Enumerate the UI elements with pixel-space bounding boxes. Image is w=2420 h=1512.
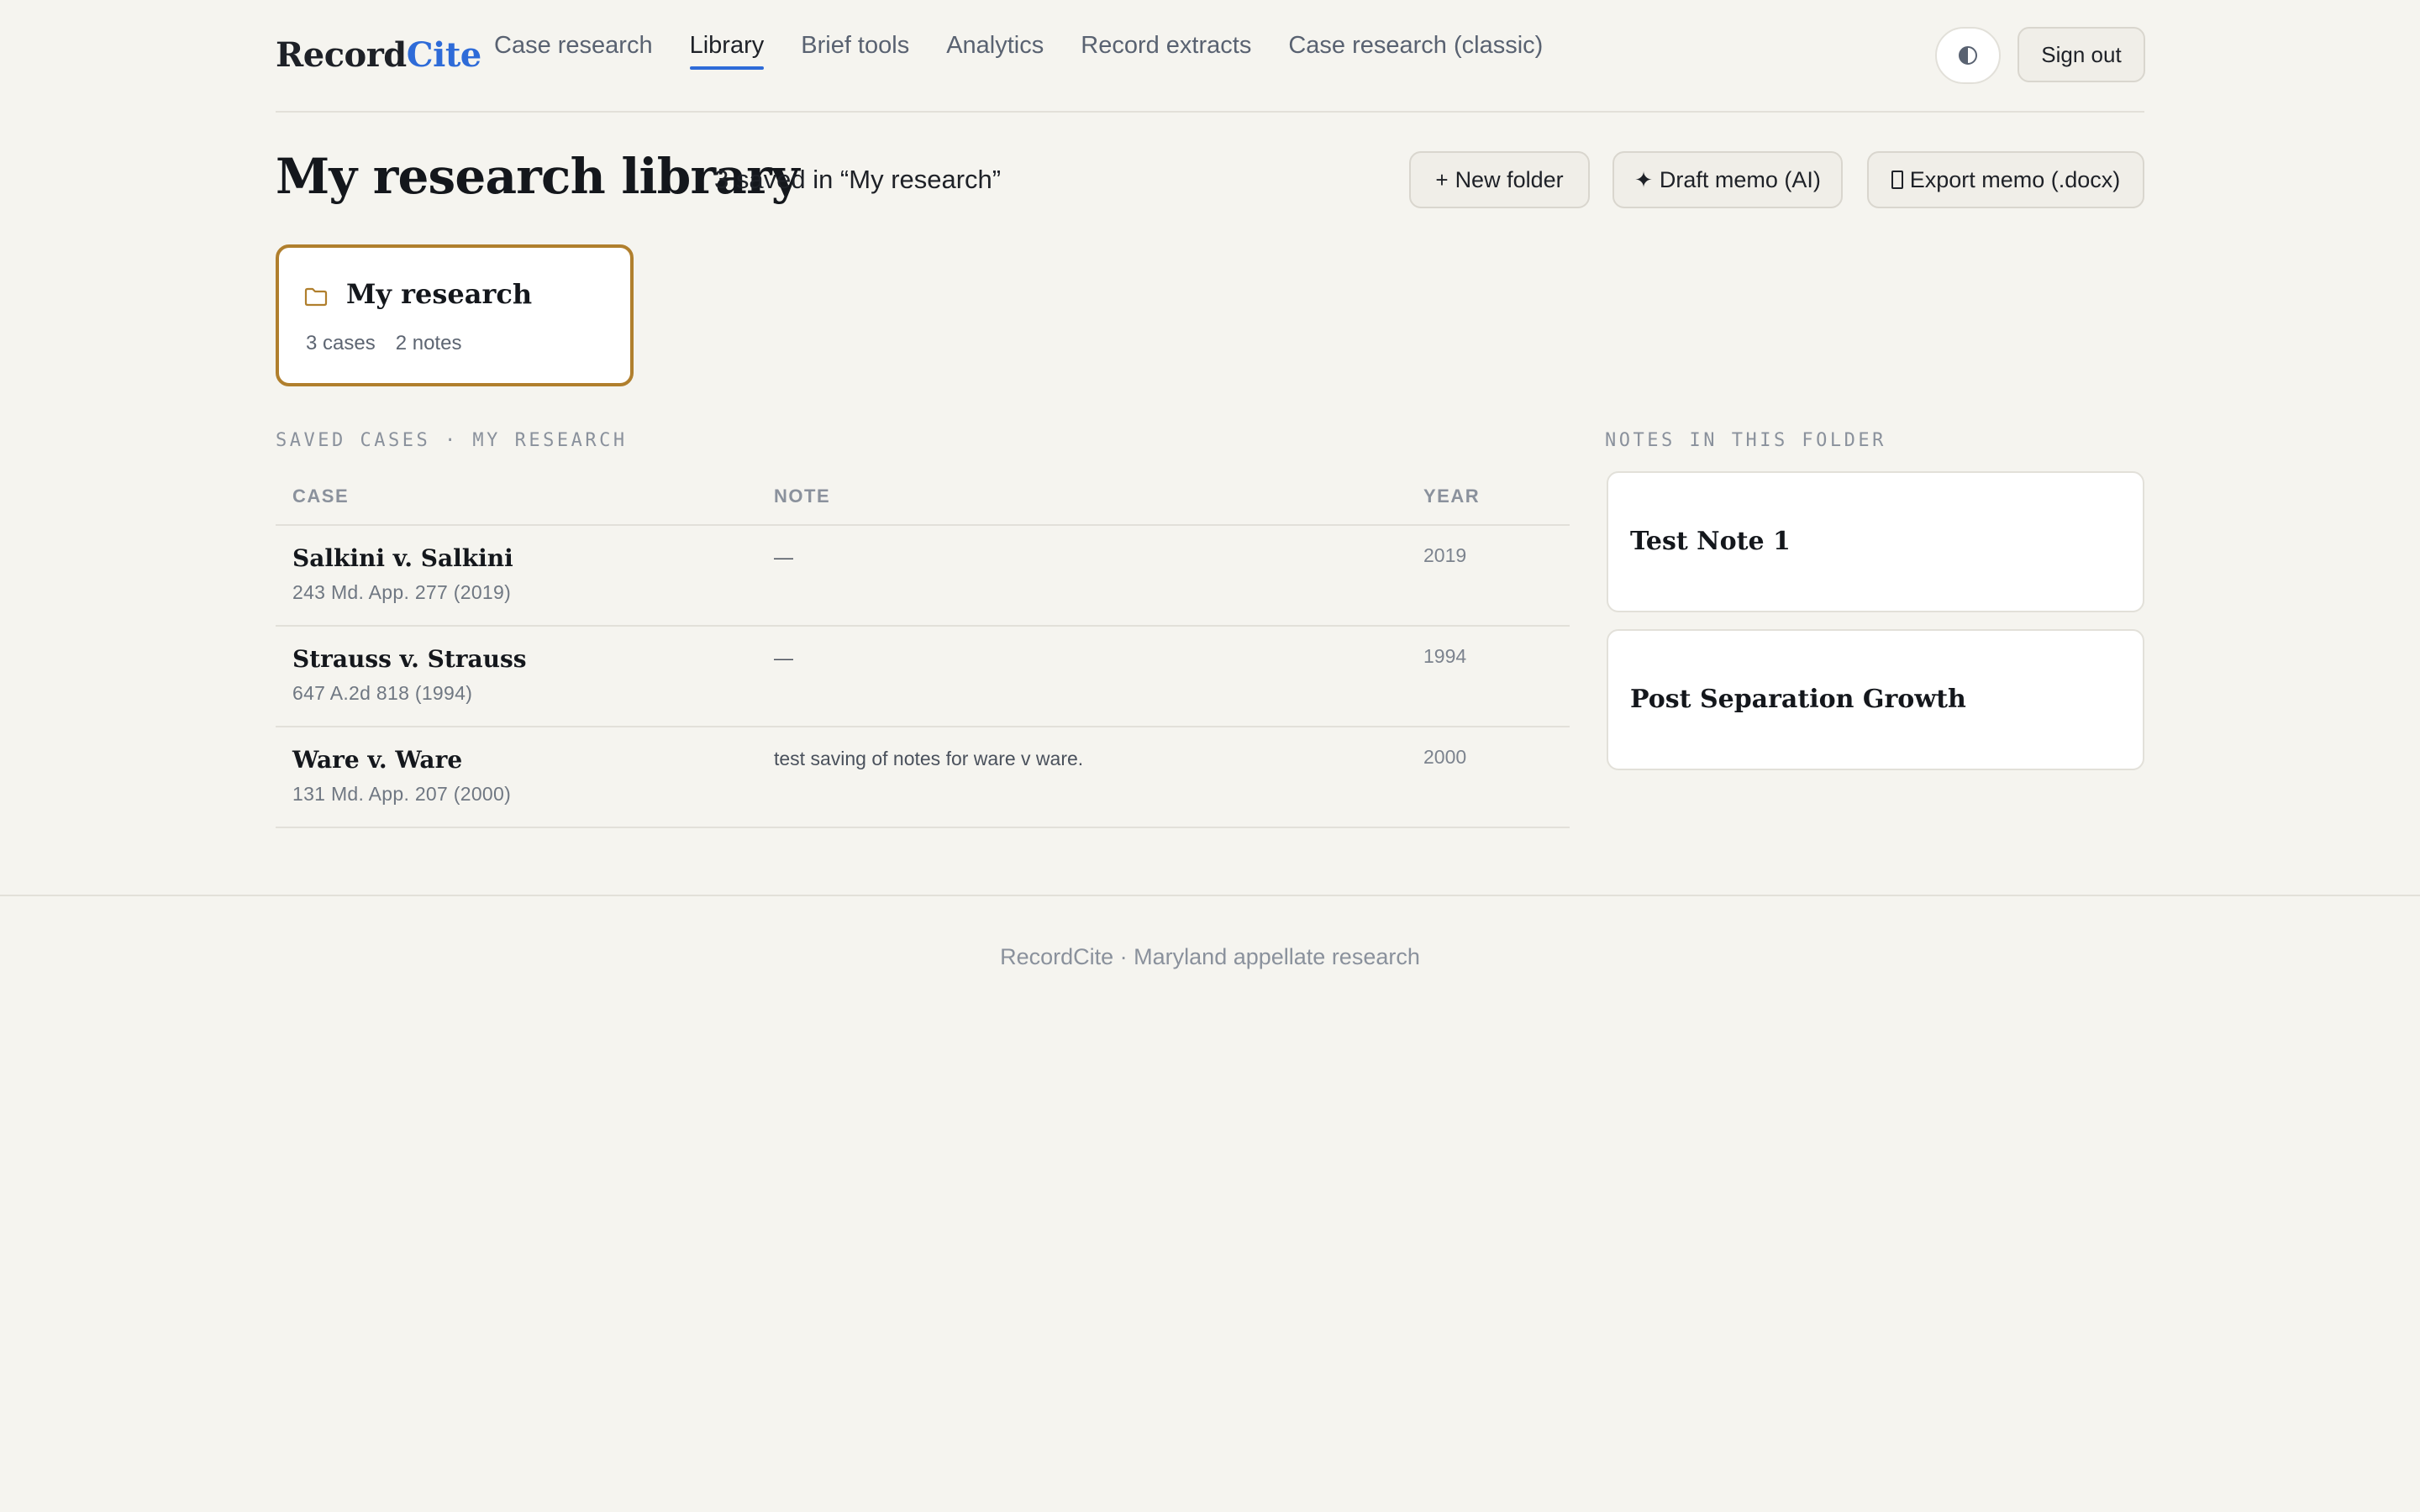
case-year: 1994 xyxy=(1423,645,1467,667)
note-title: Post Separation Growth xyxy=(1630,685,1966,714)
case-note: test saving of notes for ware v ware. xyxy=(774,748,1084,769)
nav-analytics[interactable]: Analytics xyxy=(946,32,1044,70)
note-card[interactable]: Post Separation Growth xyxy=(1607,629,2144,770)
folder-card-my-research[interactable]: My research 3 cases 2 notes xyxy=(276,244,634,386)
saved-cases-table: CASE NOTE YEAR Salkini v. Salkini 243 Md… xyxy=(276,474,1570,828)
page-subtitle: 3 saved in “My research” xyxy=(714,165,1002,194)
footer-text: RecordCite · Maryland appellate research xyxy=(1000,944,1420,969)
folder-icon xyxy=(304,287,328,307)
contrast-icon xyxy=(1959,46,1977,65)
nav-record-extracts[interactable]: Record extracts xyxy=(1081,32,1251,70)
nav-brief-tools[interactable]: Brief tools xyxy=(801,32,909,70)
folder-notes-count: 2 notes xyxy=(395,332,462,354)
folder-meta: 3 cases 2 notes xyxy=(306,332,461,355)
case-year: 2000 xyxy=(1423,746,1467,768)
logo-primary: Record xyxy=(276,35,407,75)
case-year: 2019 xyxy=(1423,544,1467,566)
case-citation: 647 A.2d 818 (1994) xyxy=(292,682,473,704)
sign-out-button[interactable]: Sign out xyxy=(2018,27,2145,82)
main-nav: Case research Library Brief tools Analyt… xyxy=(494,32,1543,70)
note-title: Test Note 1 xyxy=(1630,527,1791,556)
note-card[interactable]: Test Note 1 xyxy=(1607,471,2144,612)
export-memo-button[interactable]: Export memo (.docx) xyxy=(1867,151,2144,208)
footer-divider xyxy=(0,895,2420,896)
case-citation: 131 Md. App. 207 (2000) xyxy=(292,783,512,805)
case-name[interactable]: Strauss v. Strauss xyxy=(292,645,527,673)
folder-cases-count: 3 cases xyxy=(306,332,376,354)
plus-icon: + xyxy=(1435,167,1449,192)
sparkle-icon: ✦ xyxy=(1634,167,1653,192)
case-name[interactable]: Salkini v. Salkini xyxy=(292,544,513,572)
case-note: — xyxy=(774,546,793,568)
case-note: — xyxy=(774,647,793,669)
nav-case-research-classic[interactable]: Case research (classic) xyxy=(1288,32,1543,70)
document-icon xyxy=(1891,171,1903,189)
new-folder-button[interactable]: + New folder xyxy=(1409,151,1590,208)
app-logo[interactable]: RecordCite xyxy=(276,35,481,75)
draft-memo-button[interactable]: ✦ Draft memo (AI) xyxy=(1612,151,1843,208)
column-header-note: NOTE xyxy=(774,486,831,507)
case-name[interactable]: Ware v. Ware xyxy=(292,746,462,774)
table-header: CASE NOTE YEAR xyxy=(276,474,1570,526)
column-header-case: CASE xyxy=(292,486,350,507)
nav-case-research[interactable]: Case research xyxy=(494,32,653,70)
top-header: RecordCite Case research Library Brief t… xyxy=(276,0,2145,113)
table-row[interactable]: Strauss v. Strauss 647 A.2d 818 (1994) —… xyxy=(276,627,1570,727)
theme-toggle-button[interactable] xyxy=(1935,27,2001,84)
table-row[interactable]: Salkini v. Salkini 243 Md. App. 277 (201… xyxy=(276,526,1570,627)
export-memo-label: Export memo (.docx) xyxy=(1909,166,2121,192)
case-citation: 243 Md. App. 277 (2019) xyxy=(292,581,512,603)
new-folder-label: New folder xyxy=(1455,166,1564,192)
folder-name: My research xyxy=(346,278,533,310)
nav-library[interactable]: Library xyxy=(689,32,764,70)
table-row[interactable]: Ware v. Ware 131 Md. App. 207 (2000) tes… xyxy=(276,727,1570,828)
column-header-year: YEAR xyxy=(1423,486,1481,507)
logo-accent: Cite xyxy=(406,35,481,75)
notes-section-label: NOTES IN THIS FOLDER xyxy=(1605,430,1886,451)
saved-cases-label: SAVED CASES · MY RESEARCH xyxy=(276,430,628,451)
draft-memo-label: Draft memo (AI) xyxy=(1659,166,1821,192)
